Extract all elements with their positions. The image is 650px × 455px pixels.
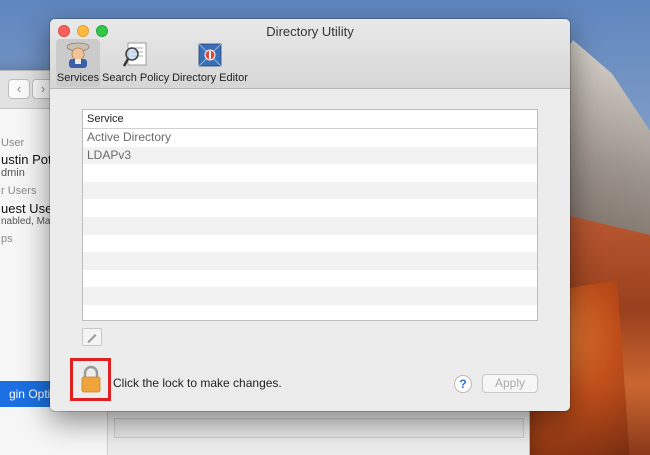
lock-icon[interactable] bbox=[80, 365, 102, 393]
help-button[interactable]: ? bbox=[454, 375, 472, 393]
table-row[interactable]: Active Directory bbox=[83, 129, 537, 147]
table-row bbox=[83, 181, 537, 200]
apply-button[interactable]: Apply bbox=[482, 374, 538, 393]
guest-user-status: nabled, Ma bbox=[1, 216, 51, 227]
tab-services-label: Services bbox=[56, 72, 100, 84]
services-icon bbox=[66, 42, 90, 68]
directory-utility-window: Directory Utility Services Search Policy bbox=[50, 19, 570, 411]
search-policy-icon bbox=[122, 42, 147, 67]
tab-directory-editor-label: Directory Editor bbox=[172, 72, 248, 84]
directory-editor-icon bbox=[198, 43, 222, 67]
current-user-role: dmin bbox=[1, 167, 25, 179]
services-table: Service Active Directory LDAPv3 bbox=[82, 109, 538, 321]
tab-directory-editor[interactable]: Directory Editor bbox=[170, 39, 250, 87]
table-row bbox=[83, 235, 537, 253]
edit-service-button[interactable] bbox=[82, 328, 102, 346]
window-title: Directory Utility bbox=[266, 24, 354, 39]
tab-search-policy[interactable]: Search Policy bbox=[102, 39, 170, 87]
table-row bbox=[83, 305, 537, 320]
table-row bbox=[83, 270, 537, 288]
services-list: Active Directory LDAPv3 bbox=[83, 129, 537, 320]
table-row bbox=[83, 216, 537, 235]
other-users-header: r Users bbox=[1, 185, 37, 197]
background-bottom-field bbox=[114, 418, 524, 438]
table-row bbox=[83, 287, 537, 305]
guest-user-name[interactable]: uest User bbox=[1, 201, 57, 216]
current-user-name[interactable]: ustin Pot bbox=[1, 152, 52, 167]
table-row bbox=[83, 164, 537, 182]
tab-services[interactable]: Services bbox=[56, 39, 100, 87]
pencil-icon bbox=[87, 334, 97, 343]
table-row bbox=[83, 252, 537, 270]
back-button[interactable]: ‹ bbox=[8, 79, 30, 99]
tab-search-policy-label: Search Policy bbox=[102, 72, 170, 84]
table-row bbox=[83, 199, 537, 217]
current-user-header: User bbox=[1, 137, 25, 149]
groups-header: ps bbox=[1, 233, 13, 245]
titlebar: Directory Utility Services Search Policy bbox=[50, 19, 570, 89]
service-column-header[interactable]: Service bbox=[83, 110, 537, 129]
lock-instruction-text: Click the lock to make changes. bbox=[113, 376, 282, 390]
table-row[interactable]: LDAPv3 bbox=[83, 146, 537, 165]
